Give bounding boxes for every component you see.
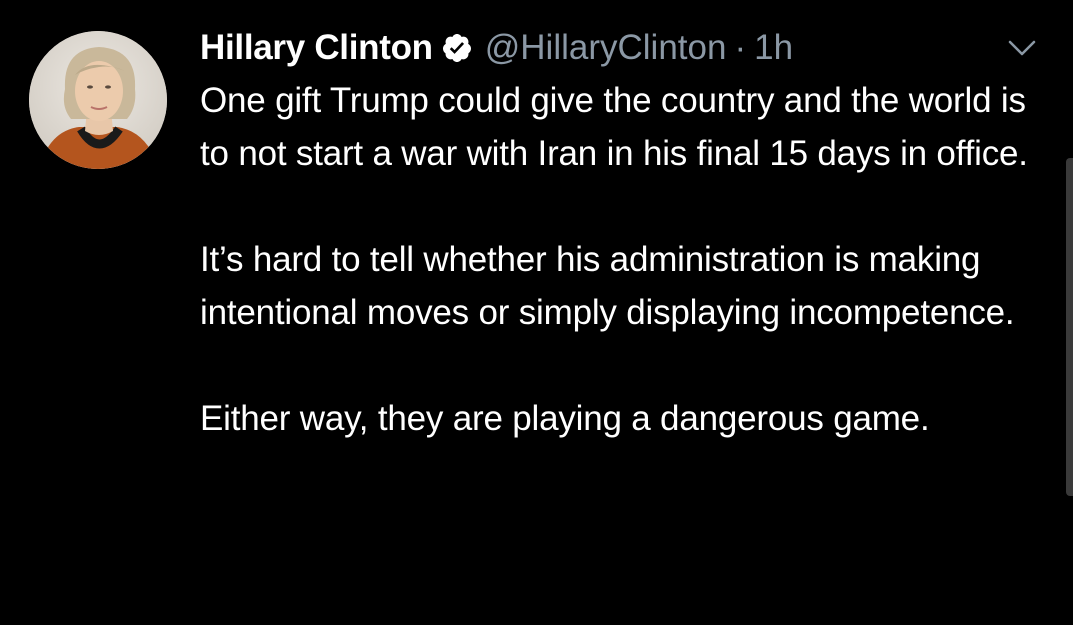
avatar[interactable] (29, 31, 167, 169)
tweet-card[interactable]: Hillary Clinton @HillaryClinton · 1h One… (0, 0, 1073, 625)
tweet-content: Hillary Clinton @HillaryClinton · 1h One… (200, 22, 1040, 445)
tweet-paragraph-1: One gift Trump could give the country an… (200, 81, 1028, 173)
tweet-header: Hillary Clinton @HillaryClinton · 1h (200, 22, 1040, 74)
verified-badge-icon (441, 32, 473, 64)
tweet-paragraph-2: It’s hard to tell whether his administra… (200, 240, 1015, 332)
scrollbar[interactable] (1066, 158, 1073, 496)
separator-dot: · (734, 28, 747, 67)
chevron-down-icon[interactable] (1004, 36, 1040, 60)
tweet-paragraph-3: Either way, they are playing a dangerous… (200, 399, 930, 438)
profile-photo (29, 31, 167, 169)
handle[interactable]: @HillaryClinton (485, 22, 727, 74)
tweet-text: One gift Trump could give the country an… (200, 74, 1040, 445)
timestamp[interactable]: 1h (754, 22, 793, 74)
display-name[interactable]: Hillary Clinton (200, 22, 433, 74)
